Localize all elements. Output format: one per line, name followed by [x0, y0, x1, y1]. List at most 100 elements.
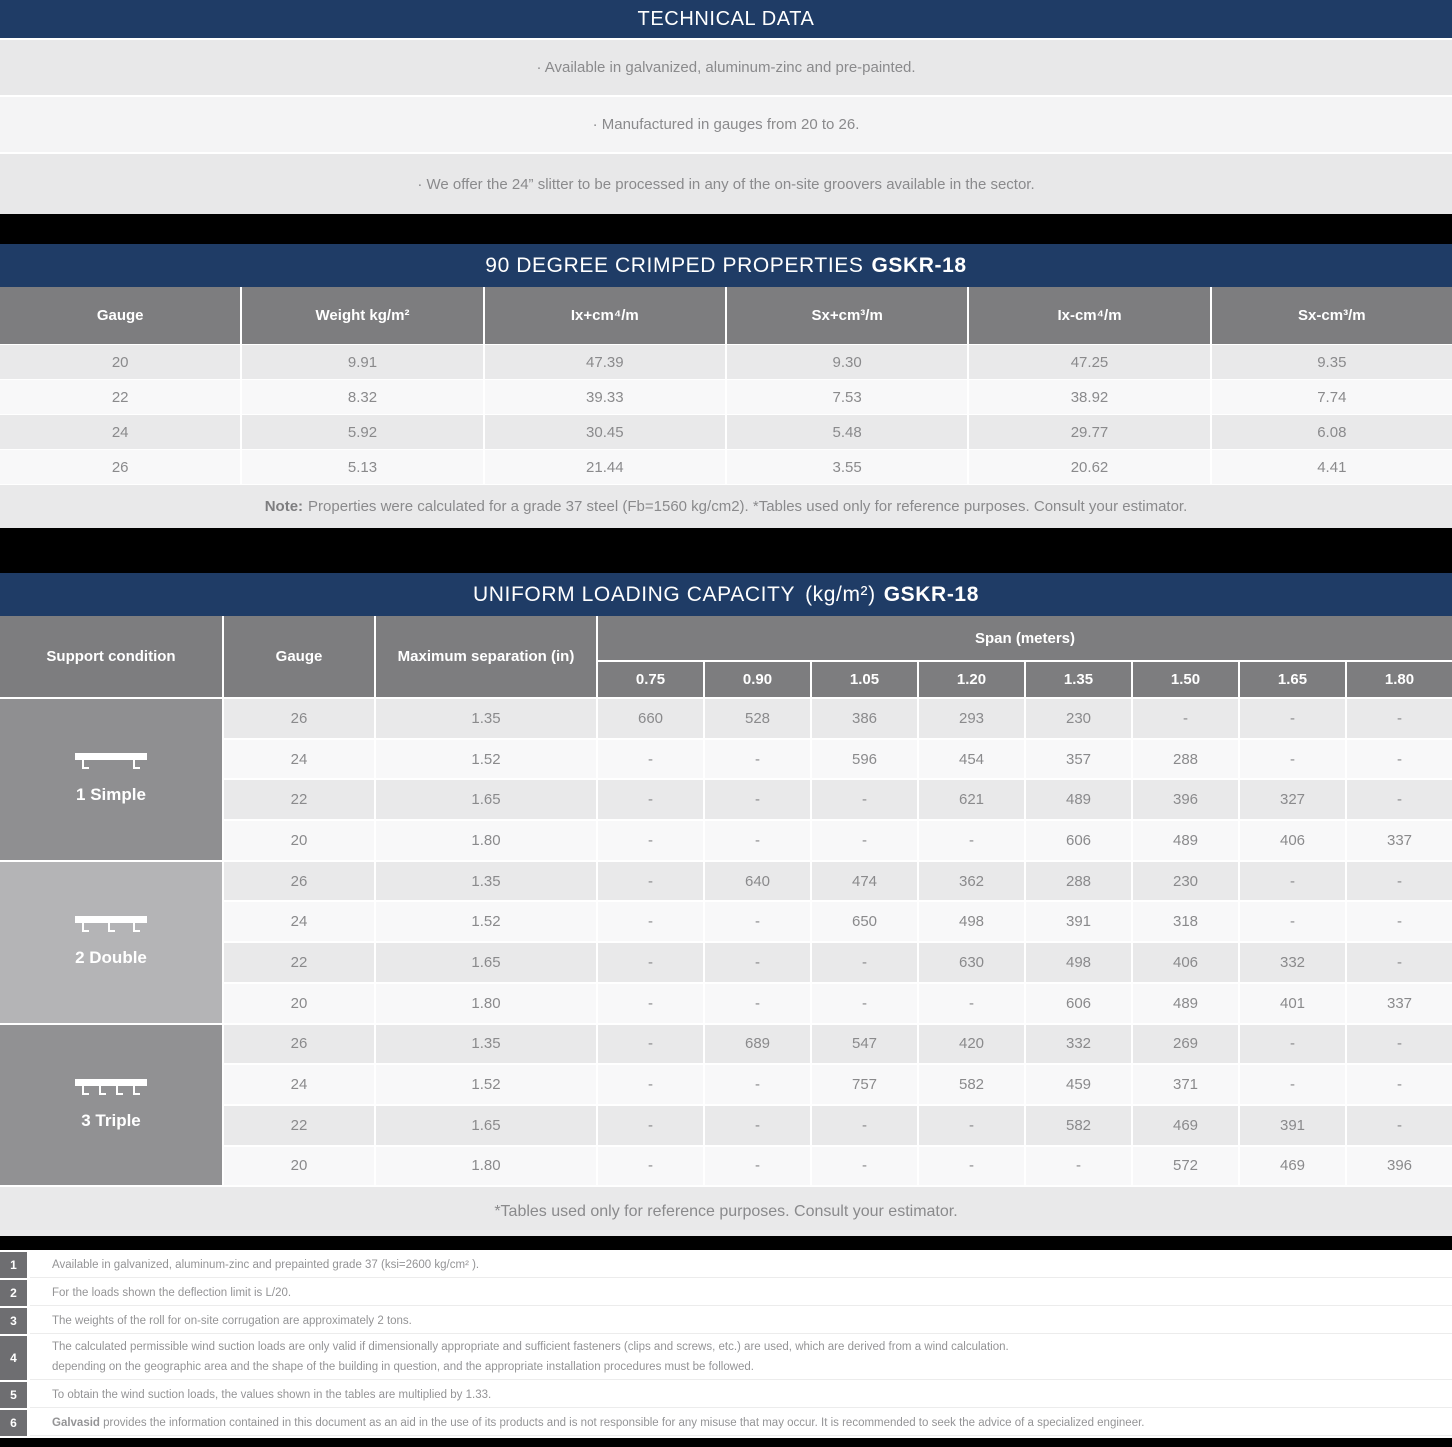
span-value-cell: - — [598, 862, 703, 901]
span-value-cell: - — [1347, 740, 1452, 779]
span-value-cell: 469 — [1133, 1106, 1238, 1145]
gauge-cell: 22 — [224, 1106, 374, 1145]
span-column-header: 1.05 — [812, 662, 917, 697]
span-value-cell: - — [812, 1147, 917, 1186]
span-meters-header: Span (meters) — [598, 616, 1452, 660]
span-value-cell: - — [705, 902, 810, 941]
crimped-cell: 39.33 — [485, 380, 725, 414]
separation-cell: 1.52 — [376, 902, 596, 941]
span-value-cell: 630 — [919, 943, 1024, 982]
footnote-text: The calculated permissible wind suction … — [30, 1336, 1452, 1380]
support-condition-header: Support condition — [0, 616, 222, 697]
crimped-cell: 5.92 — [242, 415, 482, 449]
span-value-cell: - — [1133, 699, 1238, 738]
span-value-cell: 391 — [1026, 902, 1131, 941]
loading-table-header: Support condition Gauge Maximum separati… — [0, 616, 1452, 697]
crimped-table-row: 228.3239.337.5338.927.74 — [0, 380, 1452, 414]
span-value-cell: 489 — [1133, 984, 1238, 1023]
crimped-cell: 5.48 — [727, 415, 967, 449]
span-value-cell: 288 — [1133, 740, 1238, 779]
footnote-line: Galvasid provides the information contai… — [52, 1417, 1452, 1429]
separation-cell: 1.80 — [376, 984, 596, 1023]
crimped-cell: 5.13 — [242, 450, 482, 484]
crimped-cell: 29.77 — [969, 415, 1209, 449]
span-value-cell: - — [919, 821, 1024, 860]
support-condition-cell: 2 Double — [0, 862, 222, 1023]
support-bracket-icon — [116, 1086, 123, 1095]
span-column-header: 1.65 — [1240, 662, 1345, 697]
separation-cell: 1.65 — [376, 780, 596, 819]
separation-cell: 1.65 — [376, 1106, 596, 1145]
span-value-cell: 269 — [1133, 1025, 1238, 1064]
span-column-header: 1.35 — [1026, 662, 1131, 697]
crimped-cell: 7.53 — [727, 380, 967, 414]
span-value-cell: - — [812, 1106, 917, 1145]
span-value-cell: 469 — [1240, 1147, 1345, 1186]
divider-band — [0, 528, 1452, 573]
support-bracket-icon — [82, 760, 89, 769]
span-value-cell: 318 — [1133, 902, 1238, 941]
support-bracket-icon — [108, 923, 115, 932]
span-column-header: 1.20 — [919, 662, 1024, 697]
span-value-cell: - — [1240, 862, 1345, 901]
support-bracket-icon — [82, 1086, 89, 1095]
crimped-cell: 3.55 — [727, 450, 967, 484]
span-value-cell: - — [598, 1106, 703, 1145]
span-value-cell: 357 — [1026, 740, 1131, 779]
span-value-cell: 582 — [919, 1065, 1024, 1104]
span-column-header: 1.80 — [1347, 662, 1452, 697]
loading-title-unit: (kg/m²) — [805, 583, 876, 607]
span-value-cell: - — [598, 902, 703, 941]
footnote-row: 5To obtain the wind suction loads, the v… — [0, 1382, 1452, 1408]
span-value-cell: 606 — [1026, 984, 1131, 1023]
span-value-cell: 459 — [1026, 1065, 1131, 1104]
note-label: Note: — [265, 498, 303, 515]
crimped-title-code: GSKR-18 — [871, 254, 966, 278]
span-value-cell: - — [1240, 1025, 1345, 1064]
beam-bar — [75, 916, 147, 923]
span-value-cell: - — [598, 1147, 703, 1186]
support-bracket-icon — [133, 1086, 140, 1095]
span-value-cell: 454 — [919, 740, 1024, 779]
span-value-cell: - — [919, 1106, 1024, 1145]
span-value-cell: 371 — [1133, 1065, 1238, 1104]
span-value-cell: - — [919, 1147, 1024, 1186]
span-value-cell: - — [1347, 943, 1452, 982]
span-value-cell: 337 — [1347, 821, 1452, 860]
gauge-cell: 24 — [224, 740, 374, 779]
span-value-cell: - — [1347, 1106, 1452, 1145]
beam-bracket-row — [82, 923, 140, 932]
span-value-cell: - — [812, 984, 917, 1023]
span-value-cell: 293 — [919, 699, 1024, 738]
crimped-cell: 9.35 — [1212, 345, 1452, 379]
gauge-cell: 26 — [224, 862, 374, 901]
support-condition-label: 3 Triple — [81, 1111, 141, 1131]
span-value-cell: 230 — [1133, 862, 1238, 901]
span-value-cell: - — [598, 821, 703, 860]
span-value-cell: 689 — [705, 1025, 810, 1064]
span-value-cell: 386 — [812, 699, 917, 738]
span-value-cell: - — [1240, 699, 1345, 738]
span-value-cell: - — [705, 1065, 810, 1104]
footnote-number: 3 — [0, 1308, 27, 1334]
bottom-band — [0, 1438, 1452, 1447]
separation-cell: 1.52 — [376, 740, 596, 779]
separation-cell: 1.52 — [376, 1065, 596, 1104]
separation-cell: 1.35 — [376, 699, 596, 738]
separation-cell: 1.80 — [376, 1147, 596, 1186]
span-value-cell: 660 — [598, 699, 703, 738]
separation-cell: 1.80 — [376, 821, 596, 860]
footnote-row: 1Available in galvanized, aluminum-zinc … — [0, 1252, 1452, 1278]
footnote-row: 2For the loads shown the deflection limi… — [0, 1280, 1452, 1306]
gauge-cell: 24 — [224, 902, 374, 941]
support-condition-label: 1 Simple — [76, 785, 146, 805]
footnote-bold-text: Galvasid — [52, 1417, 100, 1429]
span-value-cell: - — [705, 984, 810, 1023]
span-value-cell: - — [598, 984, 703, 1023]
crimped-cell: 22 — [0, 380, 240, 414]
span-value-cell: - — [812, 821, 917, 860]
loading-table-footer-note: *Tables used only for reference purposes… — [0, 1187, 1452, 1236]
span-value-cell: 757 — [812, 1065, 917, 1104]
span-value-cell: 498 — [919, 902, 1024, 941]
footnote-text: To obtain the wind suction loads, the va… — [30, 1382, 1452, 1408]
